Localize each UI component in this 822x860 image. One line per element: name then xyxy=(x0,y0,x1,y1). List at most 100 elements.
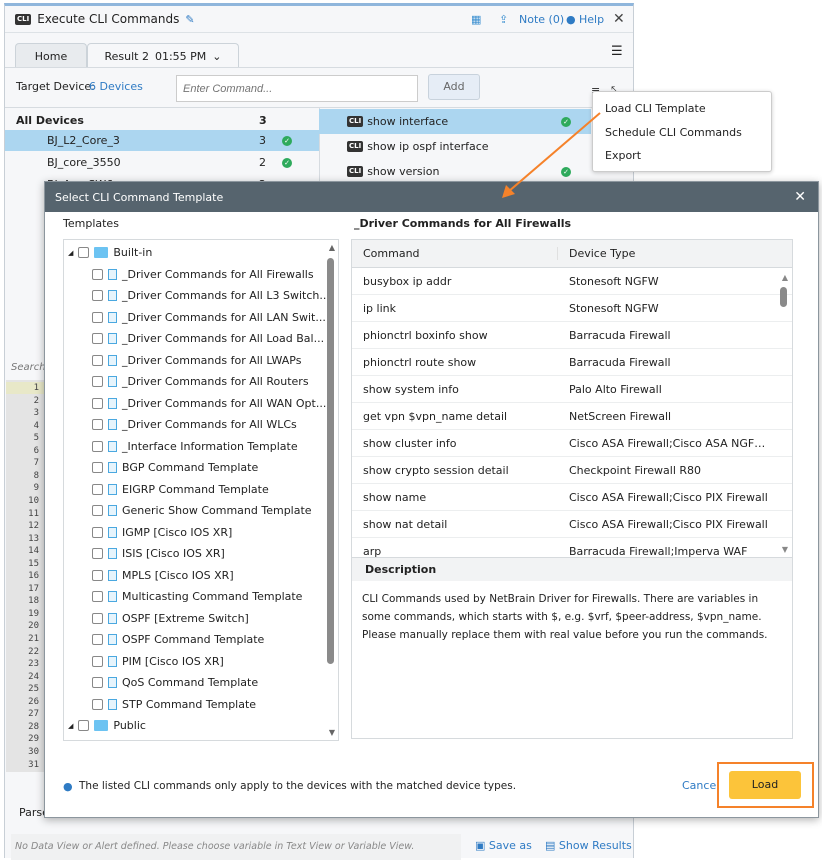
checkbox[interactable] xyxy=(92,268,103,280)
line-number: 29 xyxy=(28,734,39,745)
checkbox[interactable] xyxy=(92,548,103,560)
share-icon[interactable]: ⇪ xyxy=(499,13,508,26)
expand-icon[interactable]: ◢ xyxy=(68,722,73,730)
table-row[interactable]: show crypto session detail Checkpoint Fir… xyxy=(352,457,792,484)
help-link[interactable]: Help xyxy=(579,13,604,26)
tab-result[interactable]: Result 2 01:55 PM ⌄ xyxy=(87,43,239,68)
add-button[interactable]: Add xyxy=(428,74,480,100)
checkbox[interactable] xyxy=(92,440,103,452)
checkbox[interactable] xyxy=(92,333,103,345)
template-item[interactable]: ISIS [Cisco IOS XR] xyxy=(68,543,338,565)
show-results-button[interactable]: ▤ Show Results xyxy=(545,839,632,852)
template-item[interactable]: Multicasting Command Template xyxy=(68,586,338,608)
save-as-button[interactable]: ▣ Save as xyxy=(475,839,532,852)
checkbox[interactable] xyxy=(92,655,103,667)
table-row[interactable]: phionctrl boxinfo show Barracuda Firewall xyxy=(352,322,792,349)
checkbox[interactable] xyxy=(92,462,103,474)
table-row[interactable]: busybox ip addr Stonesoft NGFW xyxy=(352,268,792,295)
template-item[interactable]: EIGRP Command Template xyxy=(68,479,338,501)
scroll-down-icon[interactable]: ▼ xyxy=(329,728,335,737)
checkbox[interactable] xyxy=(78,720,90,732)
scroll-up-icon[interactable]: ▲ xyxy=(329,243,335,252)
table-row[interactable]: show name Cisco ASA Firewall;Cisco PIX Fi… xyxy=(352,484,792,511)
search-input[interactable]: Search xyxy=(11,362,46,373)
template-item[interactable]: _Driver Commands for All WAN Opt... xyxy=(68,393,338,415)
command-row[interactable]: CLI show ip ospf interface xyxy=(319,134,591,159)
all-devices-row[interactable]: All Devices 3 xyxy=(5,110,319,131)
table-row[interactable]: ip link Stonesoft NGFW xyxy=(352,295,792,322)
menu-item-load-cli-template[interactable]: Load CLI Template xyxy=(593,97,771,121)
checkbox[interactable] xyxy=(92,483,103,495)
checkbox[interactable] xyxy=(92,634,103,646)
template-item[interactable]: OSPF [Extreme Switch] xyxy=(68,608,338,630)
template-item[interactable]: OSPF Command Template xyxy=(68,629,338,651)
scroll-up-icon[interactable]: ▲ xyxy=(782,273,788,282)
all-devices-label: All Devices xyxy=(16,114,84,127)
line-number: 7 xyxy=(33,458,39,469)
chevron-down-icon[interactable]: ⌄ xyxy=(212,50,221,63)
template-item[interactable]: _Interface Information Template xyxy=(68,436,338,458)
expand-icon[interactable]: ◢ xyxy=(68,249,73,257)
template-item[interactable]: _Driver Commands for All WLCs xyxy=(68,414,338,436)
template-item[interactable]: _Driver Commands for All LAN Swit... xyxy=(68,307,338,329)
template-item[interactable]: _Driver Commands for All L3 Switch... xyxy=(68,285,338,307)
help-icon[interactable]: ● xyxy=(566,13,576,26)
scrollbar-thumb[interactable] xyxy=(780,287,787,307)
template-item[interactable]: Generic Show Command Template xyxy=(68,500,338,522)
hamburger-icon[interactable]: ☰ xyxy=(611,44,623,59)
table-row[interactable]: arp Barracuda Firewall;Imperva WAF xyxy=(352,538,792,558)
table-row[interactable]: get vpn $vpn_name detail NetScreen Firewa… xyxy=(352,403,792,430)
template-item[interactable]: _Driver Commands for All Load Bal... xyxy=(68,328,338,350)
scroll-down-icon[interactable]: ▼ xyxy=(782,545,788,554)
table-row[interactable]: phionctrl route show Barracuda Firewall xyxy=(352,349,792,376)
template-item[interactable]: MPLS [Cisco IOS XR] xyxy=(68,565,338,587)
checkbox[interactable] xyxy=(92,591,103,603)
note-link[interactable]: Note (0) xyxy=(519,13,564,26)
menu-item-export[interactable]: Export xyxy=(593,144,771,168)
device-row[interactable]: BJ_core_3550 2 ✓ xyxy=(5,152,319,173)
checkbox[interactable] xyxy=(92,290,103,302)
table-row[interactable]: show cluster info Cisco ASA Firewall;Cisc… xyxy=(352,430,792,457)
template-item[interactable]: PIM [Cisco IOS XR] xyxy=(68,651,338,673)
edit-icon[interactable]: ✎ xyxy=(185,13,194,26)
tree-folder-builtin[interactable]: ◢ Built-in xyxy=(68,242,338,264)
template-item[interactable]: _Driver Commands for All LWAPs xyxy=(68,350,338,372)
command-row[interactable]: CLI show interface ✓ xyxy=(319,109,591,134)
checkbox[interactable] xyxy=(92,677,103,689)
tree-folder-public[interactable]: ◢ Public xyxy=(68,715,338,737)
checkbox[interactable] xyxy=(92,376,103,388)
info-icon: ● xyxy=(63,780,73,793)
command-input[interactable] xyxy=(176,75,418,102)
template-item[interactable]: STP Command Template xyxy=(68,694,338,716)
checkbox[interactable] xyxy=(92,569,103,581)
close-icon[interactable]: ✕ xyxy=(794,189,806,205)
checkbox[interactable] xyxy=(92,419,103,431)
checkbox[interactable] xyxy=(92,698,103,710)
schedule-icon[interactable]: ▦ xyxy=(471,13,481,26)
checkbox[interactable] xyxy=(92,612,103,624)
template-item[interactable]: QoS Command Template xyxy=(68,672,338,694)
template-item[interactable]: _Driver Commands for All Routers xyxy=(68,371,338,393)
load-button[interactable]: Load xyxy=(729,771,801,799)
template-item[interactable]: _Driver Commands for All Firewalls xyxy=(68,264,338,286)
table-row[interactable]: show system info Palo Alto Firewall xyxy=(352,376,792,403)
menu-item-schedule-cli-commands[interactable]: Schedule CLI Commands xyxy=(593,121,771,145)
checkbox[interactable] xyxy=(92,526,103,538)
target-devices-dropdown[interactable]: 6 Devices xyxy=(89,80,143,93)
table-row[interactable]: show nat detail Cisco ASA Firewall;Cisco … xyxy=(352,511,792,538)
checkbox[interactable] xyxy=(92,505,103,517)
tab-home[interactable]: Home xyxy=(15,43,87,68)
checkbox[interactable] xyxy=(92,311,103,323)
close-icon[interactable]: ✕ xyxy=(613,11,625,27)
checkbox[interactable] xyxy=(92,397,103,409)
device-type-cell: Barracuda Firewall;Imperva WAF xyxy=(569,544,748,558)
checkbox[interactable] xyxy=(92,354,103,366)
template-label: OSPF Command Template xyxy=(122,633,265,647)
template-item[interactable]: BGP Command Template xyxy=(68,457,338,479)
device-row[interactable]: BJ_L2_Core_3 3 ✓ xyxy=(5,130,319,151)
checkbox[interactable] xyxy=(78,247,90,259)
cancel-button[interactable]: Cancel xyxy=(682,779,719,792)
template-item[interactable]: IGMP [Cisco IOS XR] xyxy=(68,522,338,544)
device-type-cell: Cisco ASA Firewall;Cisco PIX Firewall xyxy=(569,517,768,531)
scrollbar-thumb[interactable] xyxy=(327,258,334,664)
